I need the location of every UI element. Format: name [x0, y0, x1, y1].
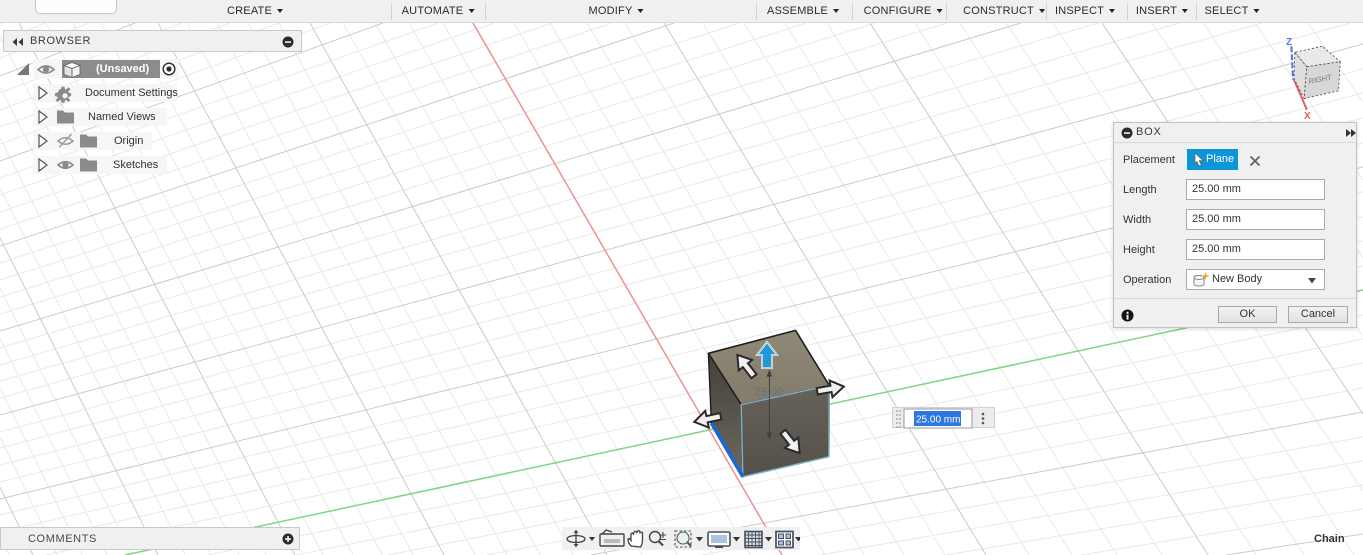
svg-text:25.00 mm: 25.00 mm	[916, 415, 960, 426]
svg-text:Z: Z	[1286, 37, 1292, 48]
svg-text:25.00: 25.00	[755, 387, 784, 399]
svg-text:X: X	[1304, 111, 1311, 122]
